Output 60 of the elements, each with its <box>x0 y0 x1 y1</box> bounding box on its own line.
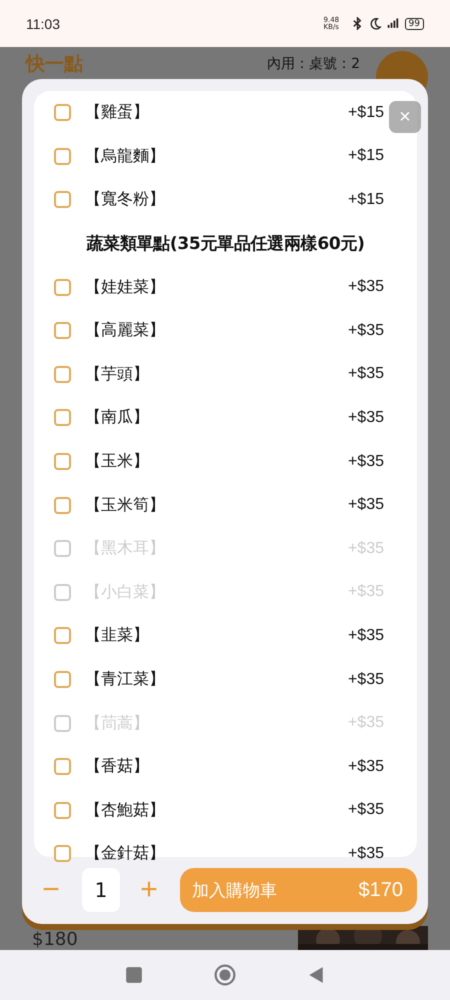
moon-icon <box>368 17 382 30</box>
option-price: +$35 <box>348 452 384 471</box>
option-price: +$15 <box>348 190 384 209</box>
increase-button[interactable]: + <box>132 875 166 905</box>
table-info: 內用：桌號：2 <box>267 55 360 73</box>
clock: 11:03 <box>26 16 60 32</box>
option-price: +$35 <box>348 278 384 296</box>
checkbox[interactable] <box>54 802 71 819</box>
recents-icon[interactable] <box>125 966 144 984</box>
option-name: 【杏鮑菇】 <box>85 800 166 821</box>
option-name: 【娃娃菜】 <box>85 276 166 298</box>
checkbox[interactable] <box>54 627 71 644</box>
option-name: 【玉米筍】 <box>85 494 166 516</box>
back-icon[interactable] <box>306 966 325 984</box>
checkbox[interactable] <box>54 278 71 296</box>
section-heading: 蔬菜類單點(35元單品任選兩樣60元) <box>85 233 366 256</box>
checkbox[interactable] <box>54 758 71 776</box>
option-name: 【南瓜】 <box>85 407 150 428</box>
option-name: 【金針菇】 <box>85 843 166 864</box>
option-price: +$35 <box>348 365 384 384</box>
option-name: 【韭菜】 <box>85 625 150 646</box>
option-price: +$35 <box>348 801 384 820</box>
item-price: $180 <box>32 929 78 950</box>
close-button[interactable]: × <box>389 101 421 133</box>
option-name: 【香菇】 <box>85 756 150 778</box>
app-logo: 快一點 <box>26 52 84 77</box>
decrease-button[interactable]: − <box>34 875 68 905</box>
checkbox[interactable] <box>54 671 71 688</box>
option-price: +$35 <box>348 758 384 776</box>
signal-icon <box>386 17 400 30</box>
option-price: +$35 <box>348 408 384 427</box>
option-price: +$35 <box>348 496 384 514</box>
option-name: 【高麗菜】 <box>85 320 166 342</box>
option-price: +$15 <box>348 104 384 122</box>
bluetooth-icon <box>350 17 364 30</box>
option-price: +$35 <box>348 322 384 340</box>
checkbox[interactable] <box>54 845 71 862</box>
checkbox[interactable] <box>54 366 71 383</box>
option-price: +$35 <box>348 626 384 645</box>
checkbox[interactable] <box>54 453 71 470</box>
checkbox[interactable] <box>54 148 71 165</box>
battery-indicator: 99 <box>404 18 424 30</box>
checkbox[interactable] <box>54 409 71 426</box>
home-icon[interactable] <box>214 964 236 986</box>
option-name: 【玉米】 <box>85 451 150 472</box>
option-name: 【寬冬粉】 <box>85 189 166 210</box>
checkbox[interactable] <box>54 191 71 208</box>
add-label: 加入購物車 <box>192 880 277 902</box>
option-name: 【芋頭】 <box>85 364 150 385</box>
option-price: +$35 <box>348 844 384 863</box>
quantity-field[interactable]: 1 <box>82 868 120 912</box>
checkbox[interactable] <box>54 496 71 514</box>
checkbox[interactable] <box>54 322 71 340</box>
checkbox[interactable] <box>54 104 71 122</box>
option-price: +$15 <box>348 147 384 166</box>
option-price: +$35 <box>348 670 384 689</box>
option-name: 【雞蛋】 <box>85 102 150 124</box>
option-name: 【烏龍麵】 <box>85 146 166 167</box>
option-name: 【青江菜】 <box>85 669 166 690</box>
add-to-cart-button[interactable]: 加入購物車 $170 <box>180 868 417 912</box>
